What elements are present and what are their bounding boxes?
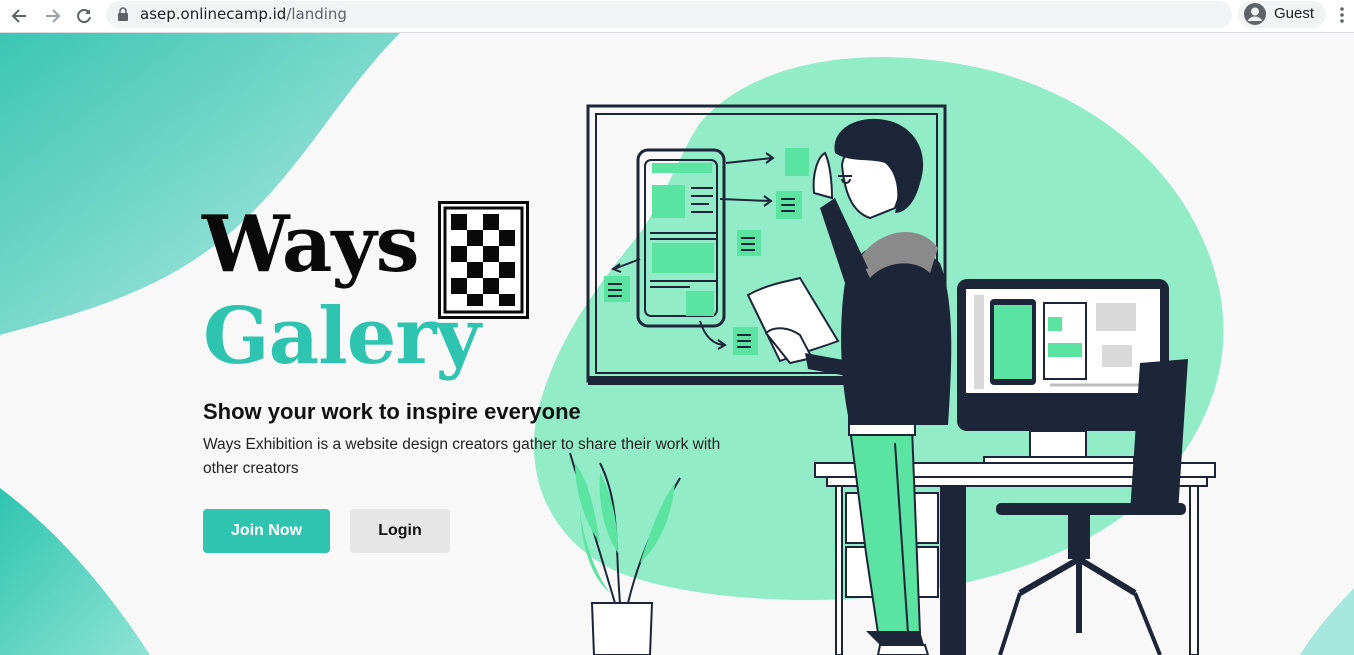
- landing-page: Ways Galery Show your work to inspire ev…: [0, 33, 1354, 655]
- address-bar-url: asep.onlinecamp.id/landing: [140, 5, 347, 23]
- brand-title-galery: Galery: [203, 291, 481, 382]
- browser-toolbar: asep.onlinecamp.id/landing Guest: [0, 0, 1354, 33]
- login-button[interactable]: Login: [350, 509, 450, 553]
- forward-button[interactable]: [40, 3, 66, 29]
- avatar-icon: [1244, 3, 1266, 25]
- plant-pot: [590, 602, 654, 655]
- brand-title-ways: Ways: [202, 199, 420, 290]
- reload-button[interactable]: [71, 3, 97, 29]
- reload-icon: [77, 9, 91, 24]
- join-now-button[interactable]: Join Now: [203, 509, 330, 553]
- profile-label: Guest: [1274, 5, 1315, 22]
- forward-arrow-icon: [46, 9, 61, 23]
- url-host: asep.onlinecamp.id: [140, 5, 287, 23]
- person-shoes: [866, 631, 924, 645]
- hero-tagline: Show your work to inspire everyone: [203, 399, 581, 424]
- hero-description: Ways Exhibition is a website design crea…: [203, 436, 721, 477]
- menu-kebab-icon[interactable]: [1336, 6, 1348, 24]
- lock-icon: [118, 7, 128, 21]
- sticky-note: [785, 148, 809, 176]
- back-arrow-icon: [11, 9, 26, 23]
- back-button[interactable]: [6, 3, 32, 29]
- url-path: /landing: [286, 5, 347, 23]
